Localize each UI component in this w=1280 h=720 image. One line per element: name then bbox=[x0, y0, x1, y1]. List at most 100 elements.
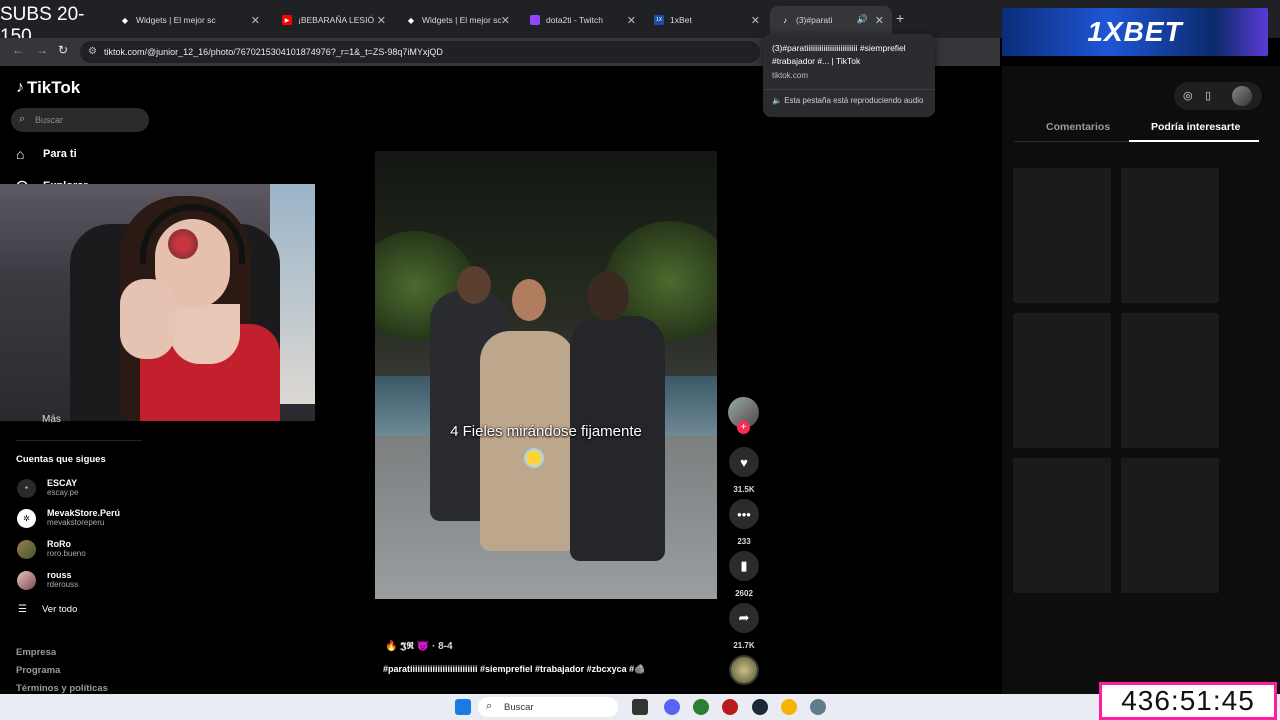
widgets-favicon-icon: ◆ bbox=[121, 15, 129, 25]
following-name: RoRo bbox=[47, 539, 71, 549]
close-tab-icon[interactable]: ✕ bbox=[251, 14, 260, 27]
more-nav-item[interactable]: Más bbox=[42, 414, 61, 425]
task-view-icon[interactable] bbox=[632, 699, 648, 715]
like-count: 31.5K bbox=[733, 485, 755, 494]
avatar bbox=[17, 539, 36, 559]
app-icon[interactable] bbox=[722, 699, 738, 715]
see-all-button[interactable]: ☰ Ver todo bbox=[18, 604, 77, 615]
steam-icon[interactable] bbox=[752, 699, 768, 715]
sidebar-divider bbox=[16, 440, 142, 441]
streamer-hand bbox=[120, 279, 175, 359]
compass-icon[interactable]: ◎ bbox=[1183, 89, 1193, 102]
discord-icon[interactable] bbox=[664, 699, 680, 715]
tiktok-note-icon: ♪ bbox=[16, 79, 24, 96]
tab-twitch[interactable]: dota2ti - Twitch ✕ bbox=[520, 6, 644, 34]
following-name: ESCAY bbox=[47, 478, 78, 488]
following-item-rouss[interactable]: rouss rderouss bbox=[17, 570, 78, 590]
1xbet-favicon-icon: 1X bbox=[654, 15, 664, 25]
follow-plus-icon[interactable]: + bbox=[737, 421, 750, 434]
video-author[interactable]: 🔥 𝕵𝕽 👿 · 8-4 bbox=[385, 641, 453, 652]
tab-recommended[interactable]: Podría interesarte bbox=[1151, 121, 1240, 133]
stream-timer: 436:51:45 bbox=[1099, 682, 1277, 720]
1xbet-ad-banner[interactable]: 1XBET bbox=[1002, 8, 1268, 56]
following-item-escay[interactable]: ● ESCAY escay.pe bbox=[17, 478, 78, 498]
tab-youtube[interactable]: ▶ ¡BEBARAÑA LESIÓ ✕ bbox=[272, 6, 394, 34]
profile-avatar[interactable] bbox=[1232, 86, 1252, 106]
url-text: tiktok.com/@junior_12_16/photo/767021530… bbox=[104, 47, 443, 57]
footer-link-terminos[interactable]: Términos y políticas bbox=[16, 683, 108, 694]
share-icon[interactable]: ➦ bbox=[729, 603, 759, 633]
windows-start-icon[interactable] bbox=[455, 699, 471, 715]
like-action[interactable]: ♥ 31.5K bbox=[729, 447, 759, 494]
taskbar-search[interactable]: ⌕ Buscar bbox=[478, 697, 618, 717]
tab-tiktok-active[interactable]: ♪ (3)#parati 🔊 ✕ bbox=[770, 6, 892, 34]
search-placeholder: Buscar bbox=[35, 115, 64, 125]
heart-icon[interactable]: ♥ bbox=[729, 447, 759, 477]
following-item-roro[interactable]: RoRo roro.bueno bbox=[17, 539, 86, 559]
avatar bbox=[17, 570, 36, 590]
close-tab-icon[interactable]: ✕ bbox=[627, 14, 636, 27]
comment-action[interactable]: ••• 233 bbox=[729, 499, 759, 546]
recommended-tile[interactable] bbox=[1121, 458, 1219, 593]
tab-label: Widgets | El mejor sc bbox=[422, 15, 502, 25]
comment-count: 233 bbox=[737, 537, 751, 546]
recommended-tile[interactable] bbox=[1013, 168, 1111, 303]
recommended-tile[interactable] bbox=[1013, 313, 1111, 448]
timer-value: 436:51:45 bbox=[1102, 685, 1274, 717]
new-tab-button[interactable]: + bbox=[896, 10, 904, 26]
recommended-tile[interactable] bbox=[1121, 168, 1219, 303]
video-caption: 4 Fieles mirándose fijamente bbox=[450, 423, 642, 440]
close-tab-icon[interactable]: ✕ bbox=[751, 14, 760, 27]
following-name: rouss bbox=[47, 570, 72, 580]
chrome-icon[interactable] bbox=[693, 699, 709, 715]
site-info-icon[interactable]: ⚙ bbox=[88, 46, 97, 57]
list-icon: ☰ bbox=[18, 604, 27, 615]
hover-card-domain: tiktok.com bbox=[772, 71, 809, 80]
widgets-favicon-icon: ◆ bbox=[407, 15, 415, 25]
phone-icon[interactable]: ▯ bbox=[1205, 89, 1211, 102]
tab-widgets-1[interactable]: ◆ Widgets | El mejor sc ✕ bbox=[110, 6, 268, 34]
comment-icon[interactable]: ••• bbox=[729, 499, 759, 529]
chrome-icon[interactable] bbox=[781, 699, 797, 715]
nav-label: Para ti bbox=[43, 148, 77, 160]
subs-counter: SUBS 20- 150 bbox=[0, 4, 85, 47]
nav-item-para-ti[interactable]: ⌂ Para ti bbox=[16, 146, 77, 162]
back-arrow-icon[interactable]: ← bbox=[12, 43, 24, 57]
ad-brand-text: 1XBET bbox=[1087, 16, 1183, 47]
share-action[interactable]: ➦ 21.7K bbox=[729, 603, 759, 650]
avatar: ✲ bbox=[17, 508, 36, 528]
footer-link-empresa[interactable]: Empresa bbox=[16, 647, 56, 658]
reload-icon[interactable]: ↻ bbox=[58, 43, 68, 57]
close-tab-icon[interactable]: ✕ bbox=[875, 14, 884, 27]
following-handle: roro.bueno bbox=[47, 549, 86, 558]
hover-card-divider bbox=[763, 89, 935, 90]
search-icon: ⌕ bbox=[486, 700, 493, 712]
recommended-tile[interactable] bbox=[1121, 313, 1219, 448]
save-count: 2602 bbox=[735, 589, 753, 598]
hover-card-audio: 🔈 Esta pestaña está reproduciendo audio bbox=[772, 96, 926, 105]
bookmark-icon[interactable]: ▮ bbox=[729, 551, 759, 581]
search-input[interactable]: ⌕ Buscar bbox=[11, 108, 149, 132]
speaker-icon: 🔈 bbox=[772, 96, 782, 105]
following-item-mevakstore[interactable]: ✲ MevakStore.Perú mevakstoreperu bbox=[17, 508, 120, 528]
music-disc-icon[interactable] bbox=[729, 655, 759, 685]
url-field[interactable]: ⚙ tiktok.com/@junior_12_16/photo/7670215… bbox=[80, 41, 760, 63]
tab-1xbet[interactable]: 1X 1xBet ✕ bbox=[644, 6, 768, 34]
close-tab-icon[interactable]: ✕ bbox=[501, 14, 510, 27]
tab-widgets-2[interactable]: ◆ Widgets | El mejor sc ✕ bbox=[396, 6, 518, 34]
tab-comments[interactable]: Comentarios bbox=[1046, 121, 1110, 133]
tab-label: dota2ti - Twitch bbox=[546, 15, 604, 25]
home-icon: ⌂ bbox=[16, 146, 25, 162]
close-tab-icon[interactable]: ✕ bbox=[377, 14, 386, 27]
speaker-icon[interactable]: 🔊 bbox=[857, 14, 868, 25]
settings-gear-icon[interactable] bbox=[810, 699, 826, 715]
top-actions-group: ◎ ▯ bbox=[1174, 82, 1262, 110]
recommended-tile[interactable] bbox=[1013, 458, 1111, 593]
share-count: 21.7K bbox=[733, 641, 755, 650]
footer-link-programa[interactable]: Programa bbox=[16, 665, 60, 676]
screen: ◆ Widgets | El mejor sc ✕ ▶ ¡BEBARAÑA LE… bbox=[0, 0, 1280, 720]
forward-arrow-icon[interactable]: → bbox=[36, 43, 48, 57]
tiktok-logo[interactable]: ♪ TikTok bbox=[16, 78, 80, 98]
save-action[interactable]: ▮ 2602 bbox=[729, 551, 759, 598]
video-player[interactable]: 4 Fieles mirándose fijamente bbox=[375, 151, 717, 599]
